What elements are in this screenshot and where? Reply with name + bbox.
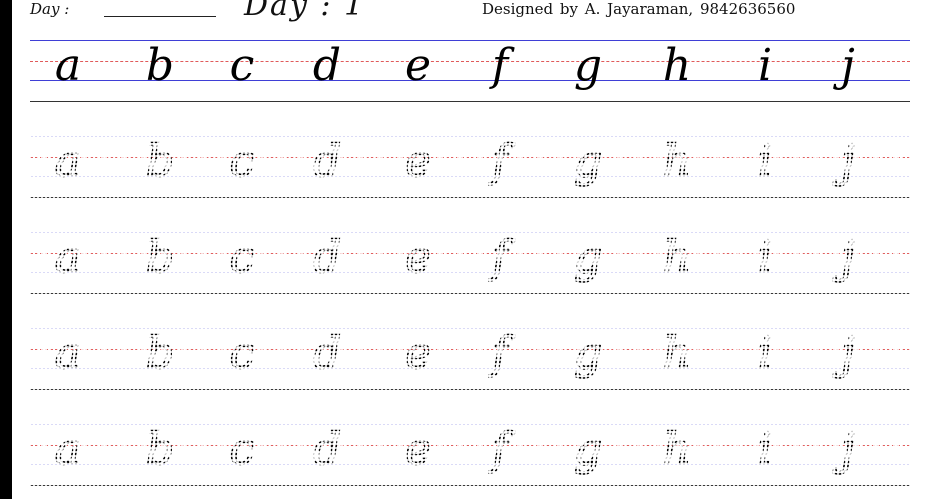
trace-letter-g: g: [573, 135, 603, 188]
handwriting-practice-sheet: a b c d e f g h i j a b c d e f g h i j a b c d e f g h i j a b c d e f g h i j…: [0, 0, 951, 499]
trace-letter-i: i: [757, 423, 773, 476]
trace-letter-b: b: [145, 231, 175, 284]
trace-letter-d: d: [312, 423, 342, 476]
trace-letter-h: h: [662, 327, 692, 380]
trace-letter-f: f: [491, 135, 509, 188]
trace-letter-a: a: [54, 231, 82, 284]
trace-letter-h: h: [662, 423, 692, 476]
model-letter-c: c: [229, 40, 255, 91]
guide-line-desc: [30, 293, 910, 294]
model-letter-i: i: [757, 40, 773, 91]
trace-letter-a: a: [54, 423, 82, 476]
trace-letter-c: c: [229, 135, 255, 188]
trace-letter-g: g: [573, 423, 603, 476]
model-letter-b: b: [145, 40, 175, 91]
trace-letter-f: f: [491, 327, 509, 380]
trace-letter-e: e: [404, 327, 432, 380]
model-letter-e: e: [404, 40, 432, 91]
trace-letter-c: c: [229, 231, 255, 284]
guide-line-desc: [30, 101, 910, 102]
trace-letter-j: j: [840, 135, 855, 188]
model-letter-g: g: [573, 40, 603, 91]
trace-letter-j: j: [840, 231, 855, 284]
practice-row-2: a b c d e f g h i j: [30, 135, 910, 198]
trace-letter-a: a: [54, 135, 82, 188]
trace-letter-i: i: [757, 231, 773, 284]
model-letter-a: a: [54, 40, 82, 91]
guide-line-desc: [30, 485, 910, 486]
practice-row-5: a b c d e f g h i j: [30, 423, 910, 486]
trace-letter-e: e: [404, 423, 432, 476]
trace-letter-f: f: [491, 231, 509, 284]
trace-letter-c: c: [229, 423, 255, 476]
practice-row-4: a b c d e f g h i j: [30, 327, 910, 390]
trace-letter-j: j: [840, 423, 855, 476]
trace-letter-e: e: [404, 231, 432, 284]
trace-letter-b: b: [145, 423, 175, 476]
model-letter-h: h: [662, 40, 692, 91]
trace-letter-b: b: [145, 327, 175, 380]
trace-letter-e: e: [404, 135, 432, 188]
practice-row-1: a b c d e f g h i j: [30, 40, 910, 102]
model-letter-d: d: [312, 40, 342, 91]
trace-letter-a: a: [54, 327, 82, 380]
model-letter-j: j: [841, 40, 855, 91]
trace-letter-f: f: [491, 423, 509, 476]
trace-letter-d: d: [312, 135, 342, 188]
trace-letter-i: i: [757, 327, 773, 380]
trace-letter-h: h: [662, 231, 692, 284]
guide-line-desc: [30, 389, 910, 390]
model-letter-f: f: [491, 40, 509, 91]
trace-letter-c: c: [229, 327, 255, 380]
trace-letter-g: g: [573, 327, 603, 380]
practice-row-3: a b c d e f g h i j: [30, 231, 910, 294]
trace-letter-g: g: [573, 231, 603, 284]
trace-letter-j: j: [840, 327, 855, 380]
trace-letter-h: h: [662, 135, 692, 188]
guide-line-desc: [30, 197, 910, 198]
trace-letter-d: d: [312, 231, 342, 284]
trace-letter-b: b: [145, 135, 175, 188]
trace-letter-i: i: [757, 135, 773, 188]
trace-letter-d: d: [312, 327, 342, 380]
